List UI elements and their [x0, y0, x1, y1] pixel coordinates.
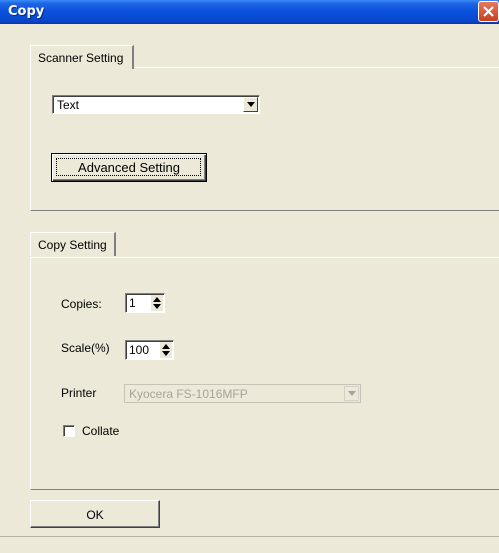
spin-updown-icon [153, 297, 161, 309]
collate-label[interactable]: Collate [82, 424, 119, 438]
spin-updown-icon [162, 344, 170, 356]
title-bar: Copy [0, 0, 499, 24]
bottom-divider [0, 536, 499, 537]
copies-updown-button[interactable] [151, 295, 163, 311]
scale-value: 100 [129, 343, 150, 357]
copies-label: Copies: [61, 297, 102, 311]
scale-label: Scale(%) [61, 341, 110, 355]
copies-spinner[interactable]: 1 [125, 293, 165, 313]
printer-value: Kyocera FS-1016MFP [129, 387, 248, 401]
advanced-setting-label: Advanced Setting [78, 160, 180, 175]
tab-copy-setting[interactable]: Copy Setting [30, 232, 116, 256]
dropdown-button[interactable] [243, 97, 258, 112]
scanner-setting-group [30, 67, 499, 211]
tab-scanner-setting[interactable]: Scanner Setting [30, 45, 134, 69]
copies-value: 1 [129, 296, 136, 310]
collate-checkbox[interactable] [63, 425, 75, 437]
scale-updown-button[interactable] [160, 342, 172, 358]
scan-mode-select[interactable]: Text [52, 95, 260, 114]
copy-setting-group [30, 257, 499, 490]
window-title: Copy [8, 4, 45, 19]
printer-label: Printer [61, 386, 97, 400]
scan-mode-value: Text [57, 98, 80, 112]
ok-button[interactable]: OK [30, 500, 160, 528]
advanced-setting-button[interactable]: Advanced Setting [51, 153, 207, 182]
dropdown-arrow-icon [247, 102, 255, 107]
close-icon [483, 6, 494, 17]
printer-select[interactable]: Kyocera FS-1016MFP [124, 384, 361, 403]
dropdown-arrow-icon [348, 391, 356, 396]
close-button[interactable] [478, 1, 499, 22]
printer-dropdown-button[interactable] [344, 386, 359, 401]
scale-spinner[interactable]: 100 [125, 340, 174, 360]
